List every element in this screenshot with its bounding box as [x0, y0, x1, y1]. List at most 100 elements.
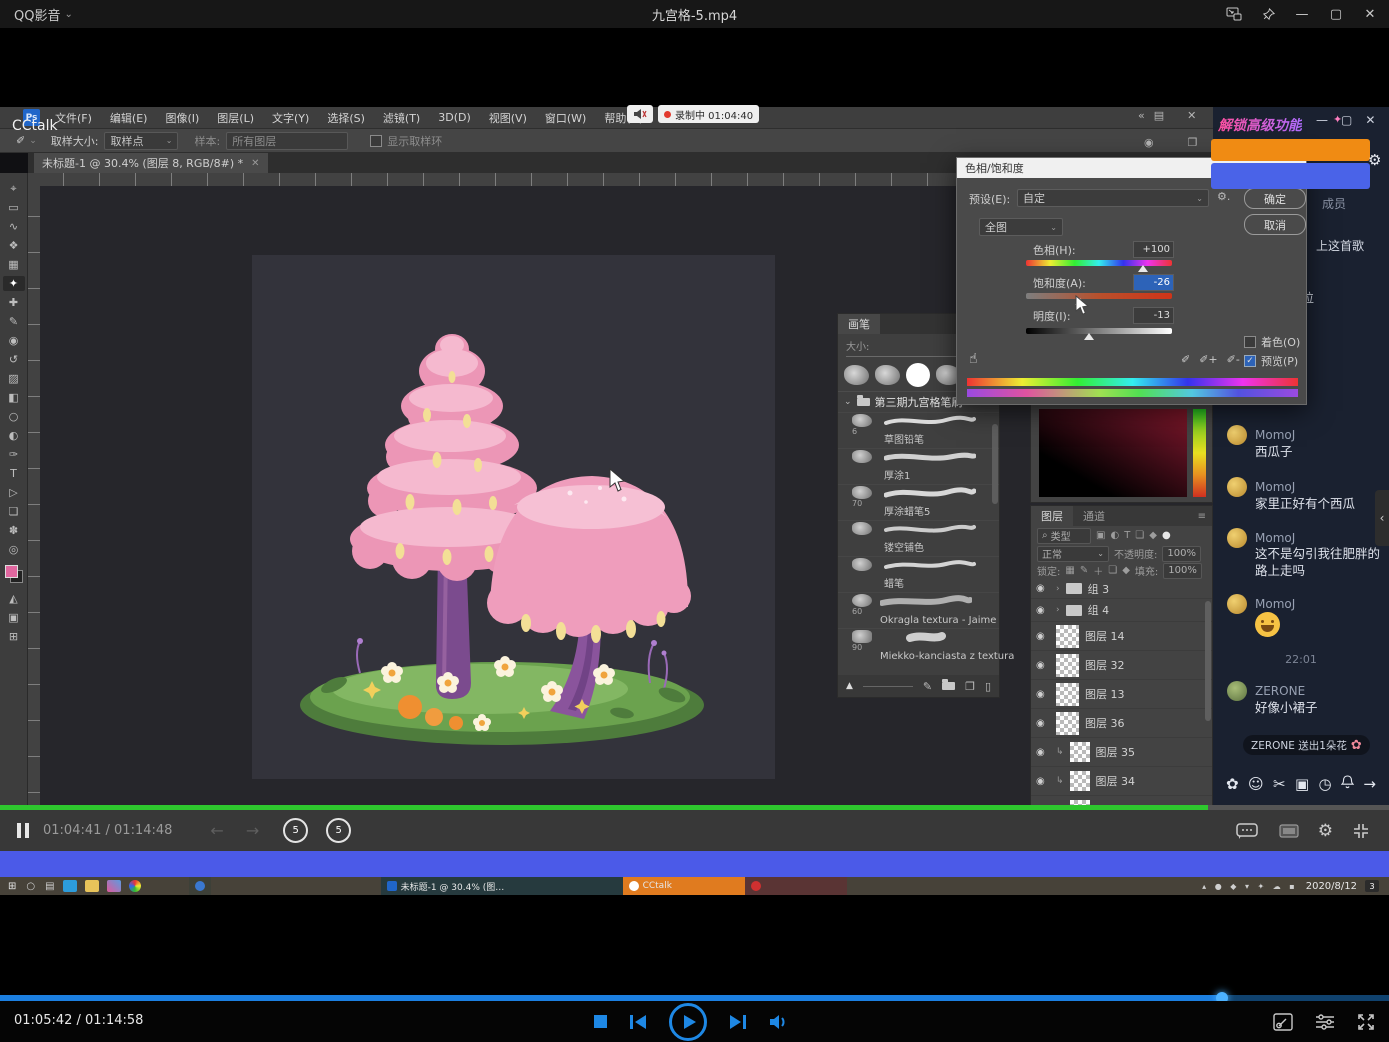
taskbar-red-app-button[interactable]: [745, 877, 847, 895]
menu-3d[interactable]: 3D(D): [429, 111, 480, 124]
delete-brush-icon[interactable]: ▯: [985, 680, 991, 693]
new-group-icon[interactable]: [942, 682, 955, 690]
quick-mask-icon[interactable]: ◭: [3, 591, 25, 606]
taskbar-ps-button[interactable]: 未标题-1 @ 30.4% (图…: [381, 877, 623, 895]
layers-tab[interactable]: 图层: [1031, 506, 1073, 526]
members-label[interactable]: 成员: [1322, 195, 1346, 212]
brush-tip-1[interactable]: [844, 365, 869, 385]
colorize-checkbox-row[interactable]: 着色(O): [1244, 334, 1300, 350]
lasso-tool-icon[interactable]: ∿: [3, 219, 25, 234]
collapse-panels-icon[interactable]: «: [1138, 109, 1145, 122]
layer-row-group[interactable]: ◉ › 组 4: [1031, 599, 1212, 622]
camera-panel-icon[interactable]: ◉: [1144, 136, 1154, 149]
lock-transparent-icon[interactable]: ▦: [1065, 565, 1074, 576]
send-icon[interactable]: →: [1363, 775, 1376, 793]
sample-layers-dropdown[interactable]: 所有图层: [226, 132, 348, 150]
eye-icon[interactable]: ◉: [1036, 660, 1050, 671]
danmaku-icon[interactable]: [1234, 823, 1260, 839]
pen-tool-icon[interactable]: ✑: [3, 447, 25, 462]
eye-icon[interactable]: ◉: [1036, 689, 1050, 700]
brush-item[interactable]: 厚涂1: [838, 448, 999, 484]
ok-button[interactable]: 确定: [1244, 188, 1306, 209]
notification-badge[interactable]: 3: [1365, 880, 1379, 892]
avatar[interactable]: [1227, 681, 1247, 701]
eyedropper-icon[interactable]: ✐: [1181, 353, 1190, 366]
blur-tool-icon[interactable]: ○: [3, 409, 25, 424]
opacity-value[interactable]: 100%: [1162, 546, 1201, 562]
sample-size-dropdown[interactable]: 取样点⌄: [104, 132, 178, 150]
menu-type[interactable]: 文字(Y): [263, 110, 318, 126]
menu-layer[interactable]: 图层(L): [208, 110, 263, 126]
chat-maximize-icon[interactable]: ▢: [1341, 113, 1352, 127]
blend-mode-dropdown[interactable]: 正常⌄: [1037, 546, 1109, 562]
history-brush-tool-icon[interactable]: ↺: [3, 352, 25, 367]
panel-menu-icon[interactable]: ≡: [1198, 511, 1206, 522]
taskbar-caj-button[interactable]: [189, 877, 211, 895]
avatar[interactable]: [1227, 477, 1247, 497]
lock-pixels-icon[interactable]: ✎: [1080, 565, 1088, 576]
menu-edit[interactable]: 编辑(E): [101, 110, 157, 126]
filter-toggle-icon[interactable]: ●: [1162, 530, 1171, 541]
artwork-canvas[interactable]: [252, 255, 775, 779]
layers-scrollbar[interactable]: [1205, 601, 1211, 721]
layer-row[interactable]: ◉ 图层 14: [1031, 622, 1212, 651]
channels-tab[interactable]: 通道: [1073, 506, 1115, 526]
document-tab[interactable]: 未标题-1 @ 30.4% (图层 8, RGB/8#) * ✕: [34, 153, 268, 173]
previous-button[interactable]: [629, 1014, 647, 1030]
start-icon[interactable]: ⊞: [8, 881, 16, 892]
playlist-settings-button[interactable]: [1315, 1014, 1335, 1030]
tool-preset-caret-icon[interactable]: ⌄: [29, 136, 37, 146]
brush-scrollbar[interactable]: [992, 424, 998, 504]
stamp-tool-icon[interactable]: ◉: [3, 333, 25, 348]
dodge-tool-icon[interactable]: ◐: [3, 428, 25, 443]
message-user[interactable]: ZERONE: [1255, 684, 1305, 698]
screen-mode-icon[interactable]: [1276, 824, 1302, 838]
new-snapshot-icon[interactable]: ❐: [1188, 136, 1198, 149]
taskbar-search-icon[interactable]: ○: [26, 881, 35, 892]
avatar[interactable]: [1227, 594, 1247, 614]
chat-minimize-icon[interactable]: —: [1316, 113, 1328, 127]
hand-tool-icon[interactable]: ✽: [3, 523, 25, 538]
filter-smart-icon[interactable]: ◆: [1149, 530, 1157, 541]
lightness-value[interactable]: -13: [1133, 307, 1174, 324]
new-brush-icon[interactable]: ❐: [965, 680, 975, 693]
layer-row-clipped[interactable]: ◉ ↳ 图层 35: [1031, 738, 1212, 767]
eyedropper-tool-icon[interactable]: ✐: [16, 134, 25, 147]
bell-icon[interactable]: [1341, 775, 1354, 793]
brush-item[interactable]: 90 Miekko-kanciasta z textura: [838, 628, 999, 664]
fill-value[interactable]: 100%: [1163, 563, 1202, 579]
menu-image[interactable]: 图像(I): [156, 110, 208, 126]
preset-gear-icon[interactable]: ⚙.: [1217, 190, 1230, 203]
dock-panel-icon[interactable]: ▤: [1154, 109, 1164, 122]
taskbar-photos-icon[interactable]: [107, 880, 121, 892]
video-frame[interactable]: 文件(F) 编辑(E) 图像(I) 图层(L) 文字(Y) 选择(S) 滤镜(T…: [0, 107, 1389, 895]
brush-item[interactable]: 蜡笔: [838, 556, 999, 592]
panel-close-icon[interactable]: ✕: [1187, 109, 1196, 122]
eyedropper-minus-icon[interactable]: ✐-: [1227, 353, 1240, 366]
saturation-value[interactable]: -26: [1133, 274, 1174, 291]
mute-pill[interactable]: [627, 105, 653, 123]
preview-checkbox[interactable]: ✓: [1244, 355, 1256, 367]
stop-button[interactable]: [594, 1015, 607, 1028]
inner-back-icon[interactable]: ←: [210, 821, 223, 840]
lock-position-icon[interactable]: ＋: [1093, 563, 1103, 578]
layer-row[interactable]: ◉ 图层 36: [1031, 709, 1212, 738]
hue-slider-handle[interactable]: [1138, 265, 1148, 272]
inner-settings-gear-icon[interactable]: ⚙: [1318, 821, 1333, 841]
filter-type-dropdown[interactable]: ⌕类型: [1037, 528, 1091, 544]
menu-filter[interactable]: 滤镜(T): [374, 110, 429, 126]
saturation-value-field[interactable]: [1039, 409, 1187, 497]
folder-caret-icon[interactable]: ⌄: [844, 397, 852, 407]
saturation-slider[interactable]: [1026, 293, 1172, 299]
message-user[interactable]: MomoJ: [1255, 428, 1295, 442]
message-user[interactable]: MomoJ: [1255, 531, 1295, 545]
message-user[interactable]: MomoJ: [1255, 480, 1295, 494]
move-tool-icon[interactable]: ⌖: [3, 181, 25, 196]
cancel-button[interactable]: 取消: [1244, 214, 1306, 235]
preview-checkbox-row[interactable]: ✓ 预览(P): [1244, 353, 1298, 369]
edit-toolbar-icon[interactable]: ⊞: [3, 629, 25, 644]
maximize-icon[interactable]: ▢: [1319, 0, 1353, 28]
heal-tool-icon[interactable]: ✚: [3, 295, 25, 310]
volume-button[interactable]: [769, 1014, 789, 1030]
lock-artboard-icon[interactable]: ❏: [1108, 565, 1117, 576]
